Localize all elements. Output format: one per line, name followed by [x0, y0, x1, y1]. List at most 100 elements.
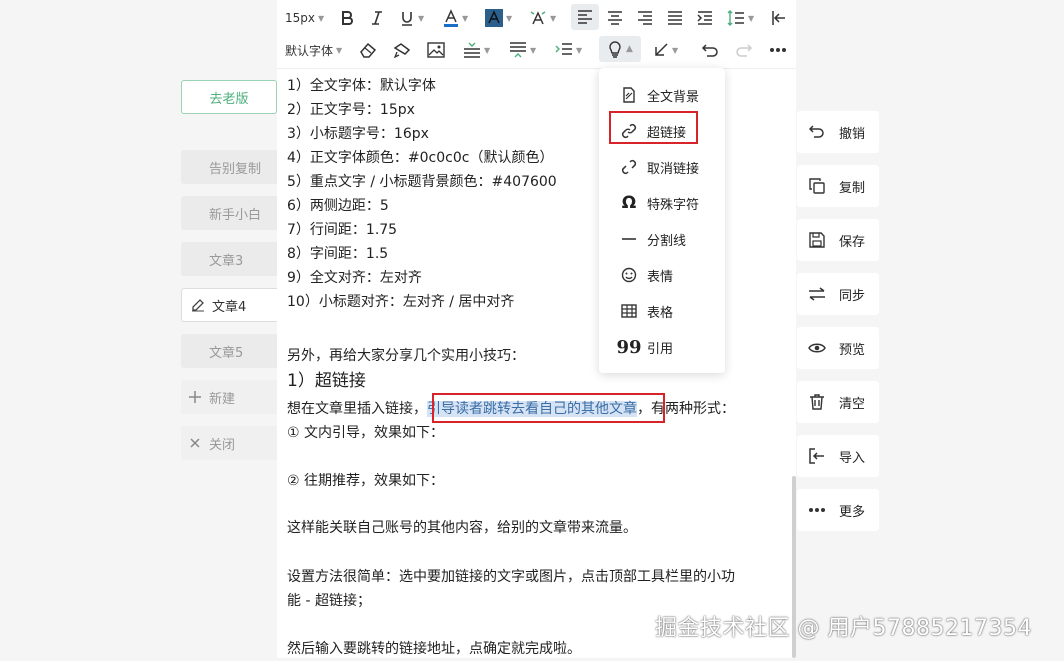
exit-button[interactable] [771, 5, 787, 31]
align-right-button[interactable] [637, 5, 653, 31]
menu-item-emoji[interactable]: 表情 [599, 258, 725, 292]
clear-format-button[interactable]: ▼ [529, 5, 556, 31]
menu-item-unlink[interactable]: 取消链接 [599, 150, 725, 184]
para-prefix: 想在文章里插入链接， [287, 401, 427, 417]
text-line: 7）行间距：1.75 [287, 222, 398, 238]
table-icon [619, 301, 639, 321]
menu-item-special-char[interactable]: Ω 特殊字符 [599, 186, 725, 220]
spacing-top-icon [463, 42, 481, 58]
sidebar-item-article-3[interactable]: 文章3 [181, 242, 277, 276]
sidebar-item-article-5[interactable]: 文章5 [181, 334, 277, 368]
eraser-icon [359, 42, 377, 58]
arrow-down-left-icon [653, 42, 669, 58]
menu-item-background[interactable]: 全文背景 [599, 78, 725, 112]
undo-toolbar-button[interactable] [701, 37, 719, 63]
text-style-icon [529, 10, 547, 26]
eraser-button[interactable] [359, 37, 377, 63]
image-icon [427, 42, 445, 58]
paragraph-spacing-bottom-button[interactable]: ▼ [509, 37, 536, 63]
font-size-select[interactable]: 15px ▼ [285, 5, 324, 31]
side-margin-button[interactable]: ▼ [555, 37, 582, 63]
text-line: 8）字间距：1.5 [287, 246, 389, 262]
close-article-button[interactable]: 关闭 [181, 426, 277, 460]
save-button[interactable]: 保存 [797, 219, 879, 261]
line-height-icon [727, 10, 745, 26]
bold-button[interactable] [339, 5, 355, 31]
eye-icon [808, 339, 826, 357]
menu-item-divider[interactable]: 分割线 [599, 222, 725, 256]
sidebar-item-article-4[interactable]: 文章4 [181, 288, 277, 322]
text-line: 9）全文对齐：左对齐 [287, 270, 422, 286]
undo-icon [701, 42, 719, 58]
highlight-box-hyperlink [609, 111, 698, 144]
benefit-line: 这样能关联自己账号的其他内容，给别的文章带来流量。 [287, 520, 637, 536]
side-margin-icon [555, 42, 573, 58]
sidebar-item-label: 文章4 [212, 299, 247, 315]
undo-button[interactable]: 撤销 [797, 111, 879, 153]
align-center-button[interactable] [607, 5, 623, 31]
sidebar-item-label: 文章3 [209, 253, 244, 269]
italic-icon [369, 10, 385, 26]
text-line: 4）正文字体颜色：#0c0c0c（默认颜色） [287, 150, 554, 166]
underline-button[interactable]: ▼ [399, 5, 424, 31]
font-size-value: 15px [285, 11, 315, 25]
brush-icon [393, 42, 411, 58]
arrow-style-button[interactable]: ▼ [653, 37, 678, 63]
plus-icon [187, 389, 203, 405]
menu-item-quote[interactable]: 99 引用 [599, 330, 725, 364]
background-color-button[interactable]: ▼ [485, 5, 512, 31]
preview-label: 预览 [839, 342, 866, 358]
sync-label: 同步 [839, 288, 866, 304]
method-line: 设置方法很简单：选中要加链接的文字或图片，点击顶部工具栏里的小功 [287, 569, 735, 585]
sidebar-item-label: 告别复制 [209, 161, 262, 177]
font-family-select[interactable]: 默认字体 ▼ [285, 37, 342, 63]
menu-item-table[interactable]: 表格 [599, 294, 725, 328]
menu-item-label: 特殊字符 [647, 197, 700, 213]
line-height-button[interactable]: ▼ [727, 5, 754, 31]
new-article-label: 新建 [209, 391, 236, 407]
font-color-button[interactable]: ▼ [443, 5, 468, 31]
paragraph-spacing-top-button[interactable]: ▼ [463, 37, 490, 63]
font-color-icon [443, 9, 459, 27]
unlink-icon [619, 157, 639, 177]
align-center-icon [607, 11, 623, 25]
new-article-button[interactable]: 新建 [181, 380, 277, 414]
copy-button[interactable]: 复制 [797, 165, 879, 207]
old-version-button[interactable]: 去老版 [181, 80, 277, 114]
format-painter-button[interactable] [393, 37, 411, 63]
italic-button[interactable] [369, 5, 385, 31]
clear-button[interactable]: 清空 [797, 381, 879, 423]
more-toolbar-button[interactable] [769, 37, 787, 63]
import-button[interactable]: 导入 [797, 435, 879, 477]
exit-icon [771, 10, 787, 26]
justify-button[interactable] [667, 5, 683, 31]
background-color-icon [485, 9, 503, 27]
indent-button[interactable] [697, 5, 713, 31]
more-button[interactable]: 更多 [797, 489, 879, 531]
underline-icon [399, 10, 415, 26]
more-icon [808, 501, 826, 519]
sidebar-item-article-1[interactable]: 告别复制 [181, 150, 277, 184]
preview-button[interactable]: 预览 [797, 327, 879, 369]
save-icon [808, 231, 826, 249]
text-line: 10）小标题对齐：左对齐 / 居中对齐 [287, 294, 515, 310]
save-label: 保存 [839, 234, 866, 250]
more-label: 更多 [839, 504, 866, 520]
sidebar-item-article-2[interactable]: 新手小白 [181, 196, 277, 230]
align-right-icon [637, 11, 653, 25]
text-line: 6）两侧边距：5 [287, 198, 389, 214]
sync-icon [808, 285, 826, 303]
align-left-icon [577, 10, 593, 24]
close-article-label: 关闭 [209, 437, 236, 453]
insert-image-button[interactable] [427, 37, 445, 63]
section-heading: 1）超链接 [287, 371, 366, 391]
align-left-button[interactable] [571, 4, 599, 30]
menu-item-label: 引用 [647, 341, 674, 357]
background-icon [619, 85, 639, 105]
text-line: 3）小标题字号：16px [287, 126, 429, 142]
insert-menu-button[interactable]: ▲ [599, 36, 641, 62]
import-icon [808, 447, 826, 465]
redo-toolbar-button[interactable] [735, 37, 753, 63]
undo-label: 撤销 [839, 126, 866, 142]
sync-button[interactable]: 同步 [797, 273, 879, 315]
